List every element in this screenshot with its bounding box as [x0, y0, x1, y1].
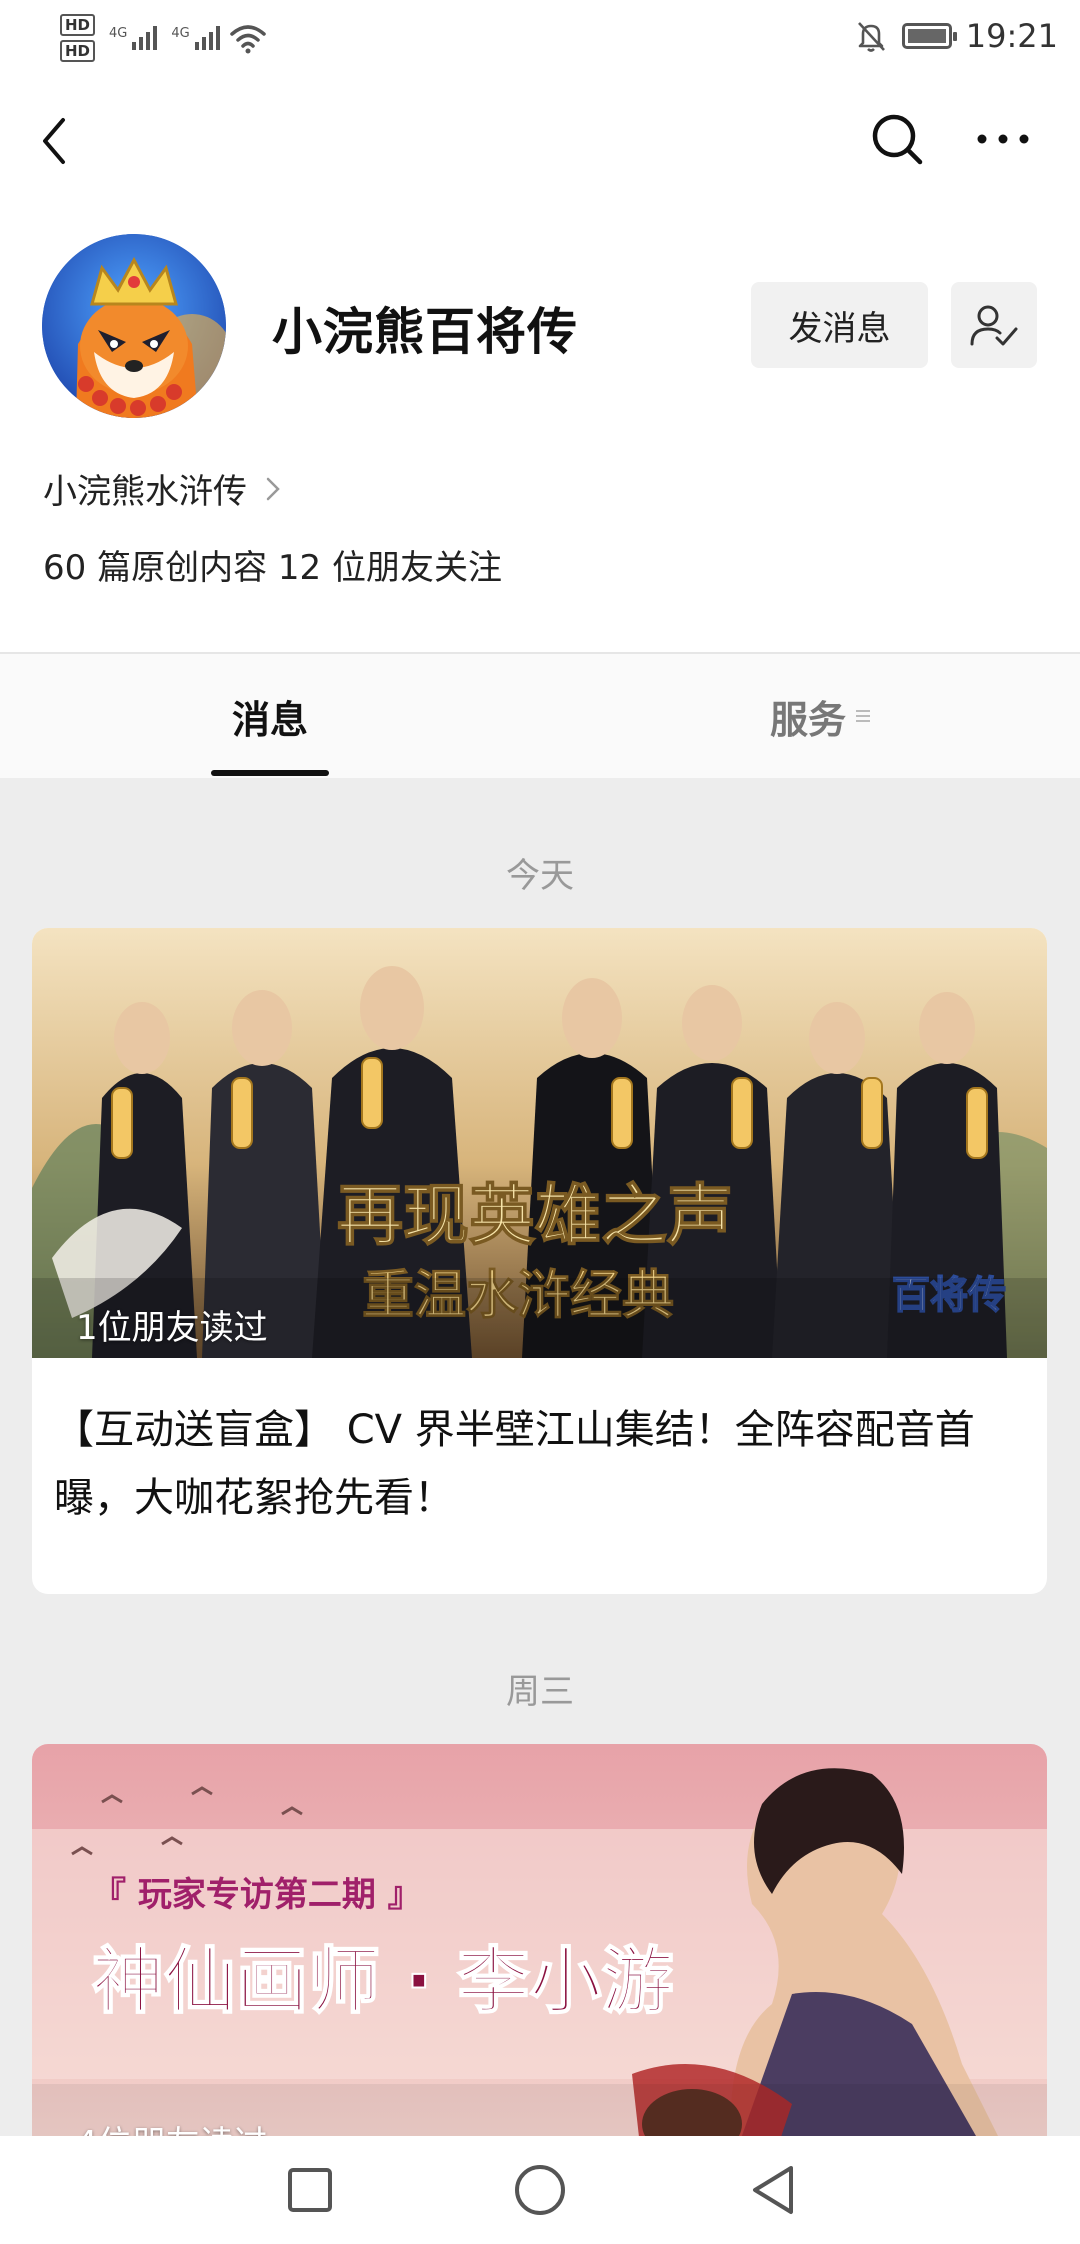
article-cover-image[interactable]: 『 玩家专访第二期 』 神仙画师 · 李小游 4位朋友读过	[32, 1744, 1047, 2136]
search-button[interactable]	[868, 108, 926, 170]
circle-icon	[515, 2165, 565, 2215]
system-back-button[interactable]	[718, 2136, 826, 2244]
chevron-left-icon	[43, 118, 65, 164]
search-icon	[872, 114, 923, 165]
date-separator: 周三	[506, 1672, 574, 1712]
date-separator: 今天	[506, 856, 574, 896]
back-button[interactable]	[30, 110, 78, 172]
recent-apps-button[interactable]	[256, 2136, 364, 2244]
raccoon-avatar-icon	[42, 234, 226, 418]
more-dots-icon	[977, 134, 1029, 144]
friends-read-count: 1位朋友读过	[76, 1308, 268, 1348]
network-type-2: 4G	[171, 26, 190, 41]
account-header: 小浣熊百将传 发消息 小浣熊水浒传 60 篇原创内容 12 位朋友关注	[0, 72, 1080, 652]
friends-read-count: 4位朋友读过	[76, 2116, 268, 2136]
tab-services-label: 服务	[769, 697, 846, 742]
user-check-icon	[970, 305, 1018, 346]
tab-messages[interactable]: 消息	[200, 654, 340, 778]
avatar[interactable]	[42, 234, 226, 418]
article-card[interactable]: 再现英雄之声 重温水浒经典 百将传 1位朋友读过 【互动送盲盒】 CV 界半壁江…	[32, 928, 1047, 1594]
hd-indicators: HD HD	[60, 14, 96, 62]
cover-subtitle: 『 玩家专访第二期 』	[92, 1875, 422, 1915]
status-left: HD HD 4G 4G	[60, 10, 268, 66]
tab-bar: 消息 服务	[0, 654, 1080, 778]
account-name: 小浣熊百将传	[272, 303, 578, 361]
bell-off-icon	[857, 22, 885, 52]
home-button[interactable]	[486, 2136, 594, 2244]
screen: HD HD 4G 4G 19:21 小浣熊百将传 发消息 小浣熊水浒传 60 篇…	[0, 0, 1080, 2244]
cover-headline: 再现英雄之声	[337, 1176, 733, 1254]
triangle-back-icon	[753, 2166, 793, 2214]
message-feed[interactable]: 今天 再现英雄之声 重温水浒经典 百将传 1位朋友读过 【互动送盲盒】 CV 界…	[0, 778, 1080, 2136]
hd-badge-1: HD	[60, 14, 96, 36]
more-button[interactable]	[968, 108, 1038, 170]
menu-lines-icon	[856, 710, 870, 722]
status-time: 19:21	[965, 17, 1058, 55]
tab-messages-label: 消息	[231, 697, 308, 742]
system-nav-bar	[0, 2136, 1080, 2244]
hd-badge-2: HD	[60, 40, 96, 62]
related-account-link[interactable]: 小浣熊水浒传	[43, 464, 281, 513]
wifi-icon	[229, 25, 266, 54]
network-type-1: 4G	[109, 26, 128, 41]
following-button[interactable]	[951, 282, 1037, 368]
interview-banner-image: 『 玩家专访第二期 』 神仙画师 · 李小游	[32, 1744, 1047, 2136]
send-message-button[interactable]: 发消息	[751, 282, 928, 368]
status-bar: HD HD 4G 4G 19:21	[0, 0, 1080, 72]
signal-icon-1: 4G	[109, 26, 158, 50]
signal-icon-2: 4G	[171, 26, 220, 50]
square-icon	[288, 2168, 332, 2212]
article-card[interactable]: 『 玩家专访第二期 』 神仙画师 · 李小游 4位朋友读过	[32, 1744, 1047, 2136]
tab-services[interactable]: 服务	[740, 654, 900, 778]
article-title[interactable]: 【互动送盲盒】 CV 界半壁江山集结！全阵容配音首曝，大咖花絮抢先看！	[54, 1396, 1029, 1532]
account-stats: 60 篇原创内容 12 位朋友关注	[43, 548, 502, 588]
active-tab-indicator	[211, 770, 329, 776]
status-right: 19:21	[854, 0, 1058, 72]
cast-banner-image: 再现英雄之声 重温水浒经典 百将传	[32, 928, 1047, 1358]
cover-title: 神仙画师 · 李小游	[92, 1939, 674, 2023]
chevron-right-icon	[266, 477, 280, 500]
battery-icon	[901, 23, 957, 49]
related-account-label: 小浣熊水浒传	[43, 472, 247, 512]
article-cover-image[interactable]: 再现英雄之声 重温水浒经典 百将传 1位朋友读过	[32, 928, 1047, 1358]
